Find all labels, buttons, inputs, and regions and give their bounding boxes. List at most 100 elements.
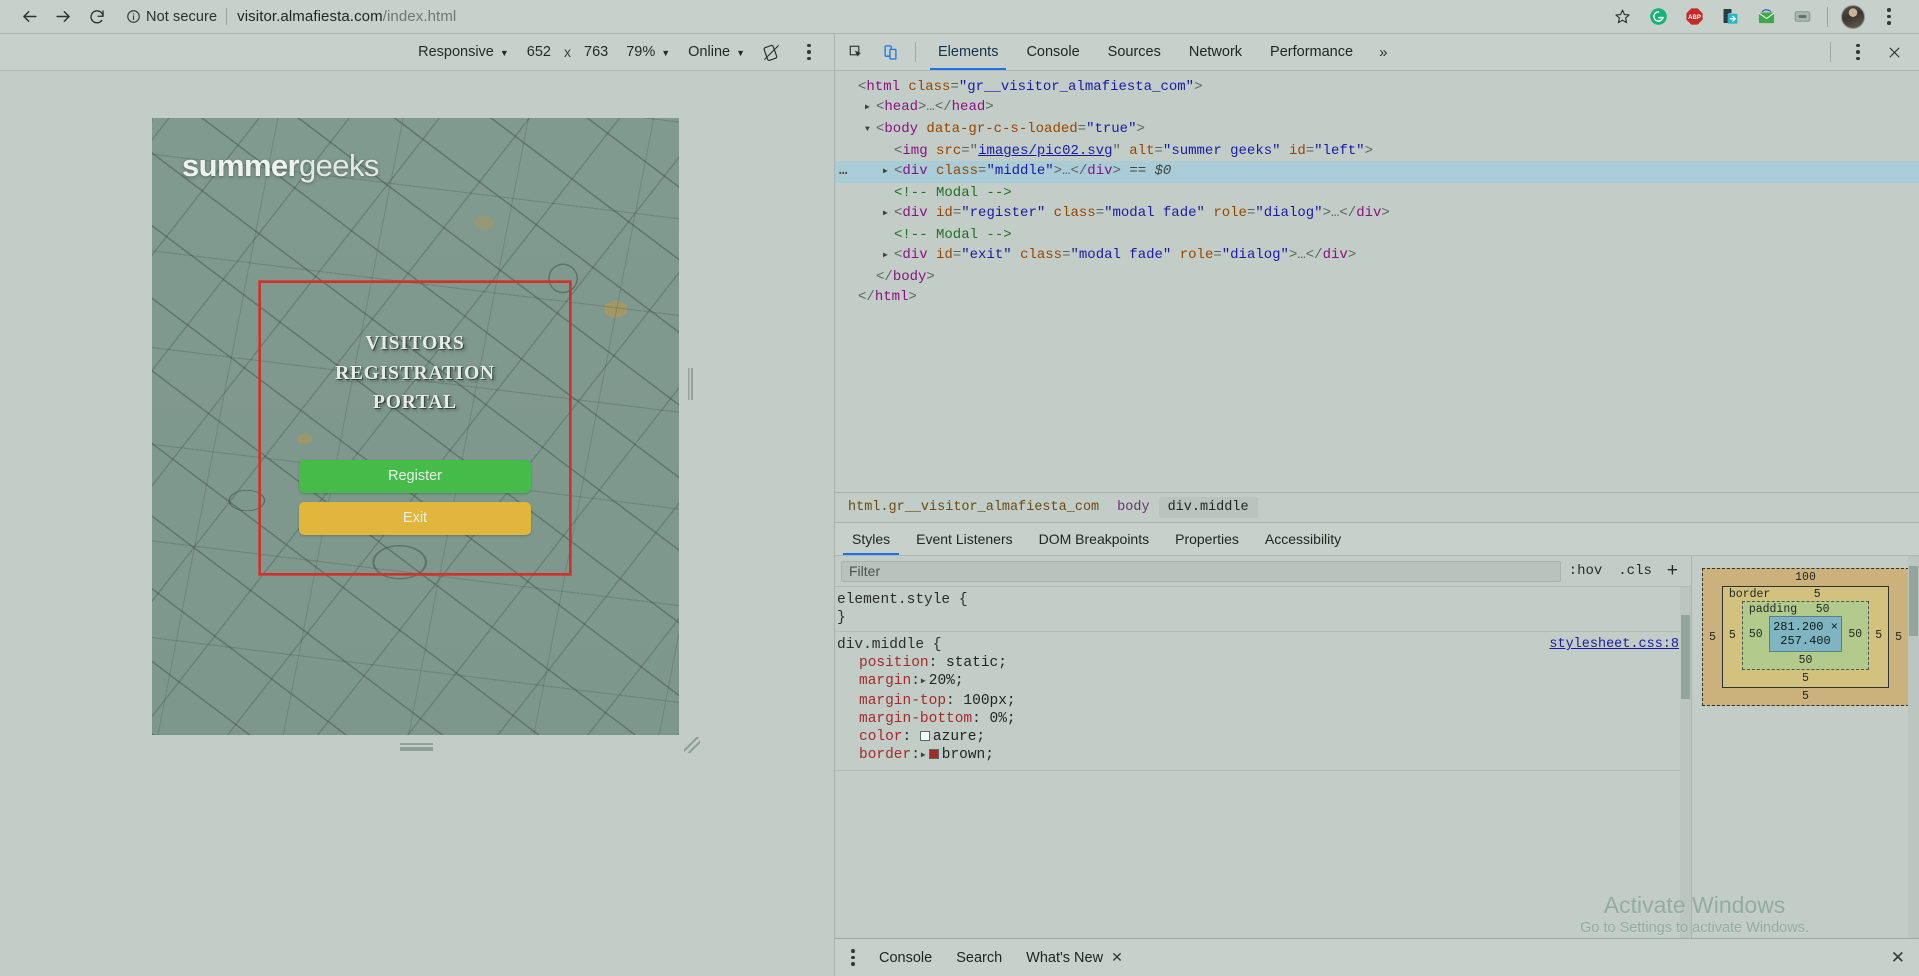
css-rule-source-link[interactable]: stylesheet.css:8 [1549,636,1679,654]
forward-button[interactable] [46,2,80,32]
zoom-dropdown[interactable]: 79% ▼ [617,44,679,60]
color-swatch[interactable] [929,749,939,759]
border-bottom-value[interactable]: 5 [1723,670,1888,687]
styles-scrollbar-thumb[interactable] [1681,615,1690,699]
throttling-dropdown[interactable]: Online ▼ [679,44,754,60]
css-property-name[interactable]: position [837,655,929,671]
css-declaration-1[interactable]: margin:▶20%; [837,672,1691,692]
viewport-height-resize-handle[interactable] [400,743,433,751]
margin-top-value[interactable]: 100 [1703,569,1908,586]
styles-tab-accessibility[interactable]: Accessibility [1252,523,1354,555]
dom-tree-node[interactable]: <body data-gr-c-s-loaded="true"> [835,119,1919,141]
css-property-value[interactable]: 100px; [963,693,1015,709]
export-extension-icon[interactable] [1712,2,1748,32]
rotate-device-icon[interactable] [754,37,788,67]
dom-tree-node[interactable]: </html> [835,287,1919,307]
styles-tab-properties[interactable]: Properties [1162,523,1252,555]
styles-scrollbar[interactable] [1680,587,1691,938]
box-model-padding[interactable]: padding 50 50 281.200 × 257.400 5 [1742,601,1869,670]
styles-tab-styles[interactable]: Styles [839,523,903,555]
device-toolbar-menu-icon[interactable] [794,37,824,67]
chevron-right-icon[interactable] [883,203,894,225]
css-property-value[interactable]: 20%; [929,673,964,689]
padding-right-value[interactable]: 50 [1842,628,1868,641]
dom-tree-node[interactable]: <!-- Modal --> [835,225,1919,245]
box-model-scrollbar[interactable] [1908,556,1919,938]
styles-tab-event-listeners[interactable]: Event Listeners [903,523,1026,555]
css-declaration-0[interactable]: position: static; [837,654,1691,672]
margin-right-value[interactable]: 5 [1889,631,1908,644]
dom-tree-node[interactable]: <img src="images/pic02.svg" alt="summer … [835,141,1919,161]
padding-bottom-value[interactable]: 50 [1743,652,1868,669]
class-editor-button[interactable]: .cls [1610,563,1660,579]
css-property-value[interactable]: brown; [942,747,994,763]
box-model-content[interactable]: 281.200 × 257.400 [1769,616,1843,652]
chevron-right-icon[interactable]: ▶ [921,747,926,765]
chevron-double-right-icon[interactable]: » [1367,34,1399,70]
margin-left-value[interactable]: 5 [1703,631,1722,644]
css-declaration-4[interactable]: color: azure; [837,728,1691,746]
dom-tree-node[interactable]: <html class="gr__visitor_almafiesta_com"… [835,77,1919,97]
exit-button[interactable]: Exit [299,502,531,535]
dom-token-link[interactable]: images/pic02.svg [978,143,1112,159]
viewport-width-input[interactable]: 652 [518,44,560,60]
tab-sources[interactable]: Sources [1094,34,1175,70]
css-declaration-5[interactable]: border:▶brown; [837,746,1691,766]
css-rule-1[interactable]: div.middle {stylesheet.css:8position: st… [835,632,1691,771]
padding-left-value[interactable]: 50 [1743,628,1769,641]
toggle-device-toolbar-icon[interactable] [873,37,907,67]
dom-tree-node[interactable]: <head>…</head> [835,97,1919,119]
drawer-tab-whats-new[interactable]: What's New ✕ [1014,949,1135,966]
css-rule-0[interactable]: element.style {} [835,587,1691,632]
dom-tree-node[interactable]: …<div class="middle">…</div> == $0 [835,161,1919,183]
adblock-plus-extension-icon[interactable]: ABP [1676,2,1712,32]
chevron-right-icon[interactable] [865,97,876,119]
new-style-rule-button[interactable]: + [1660,560,1685,582]
dom-tree-node[interactable]: <!-- Modal --> [835,183,1919,203]
chevron-right-icon[interactable] [883,161,894,183]
drawer-tab-search[interactable]: Search [944,950,1014,966]
margin-bottom-value[interactable]: 5 [1703,688,1908,705]
browser-menu-icon[interactable] [1871,2,1907,32]
mail-extension-icon[interactable] [1748,2,1784,32]
dom-tree-node[interactable]: </body> [835,267,1919,287]
drawer-menu-icon[interactable] [839,944,867,972]
padding-top-value[interactable]: 50 [1797,603,1848,616]
box-model-margin[interactable]: 100 5 border 5 [1702,568,1909,706]
css-property-name[interactable]: margin-top [837,693,946,709]
inspect-element-icon[interactable] [839,37,873,67]
reload-button[interactable] [80,2,114,32]
css-rules-list[interactable]: element.style {}div.middle {stylesheet.c… [835,587,1691,938]
viewport-width-resize-handle[interactable] [688,368,693,400]
border-right-value[interactable]: 5 [1869,629,1888,642]
css-property-name[interactable]: margin-bottom [837,711,972,727]
breadcrumb-item-1[interactable]: body [1108,497,1158,518]
chevron-right-icon[interactable]: ▶ [921,673,926,691]
css-property-value[interactable]: static; [946,655,1007,671]
css-rule-selector[interactable]: element.style { [837,591,1691,609]
styles-filter-input[interactable] [841,561,1561,582]
viewport-height-input[interactable]: 763 [575,44,617,60]
profile-avatar[interactable] [1835,2,1871,32]
css-property-name[interactable]: color [837,729,903,745]
breadcrumb-item-0[interactable]: html.gr__visitor_almafiesta_com [839,497,1108,518]
css-property-value[interactable]: 0%; [990,711,1016,727]
close-icon[interactable]: ✕ [1111,949,1123,966]
close-drawer-icon[interactable]: ✕ [1891,948,1919,968]
tab-network[interactable]: Network [1175,34,1256,70]
info-circle-icon[interactable] [120,9,146,24]
dom-node-ellipsis[interactable]: … [839,161,848,181]
chevron-right-icon[interactable] [883,245,894,267]
tab-elements[interactable]: Elements [924,34,1012,70]
dom-tree-node[interactable]: <div id="exit" class="modal fade" role="… [835,245,1919,267]
dom-tree-node[interactable]: <div id="register" class="modal fade" ro… [835,203,1919,225]
device-preset-dropdown[interactable]: Responsive ▼ [409,44,518,60]
back-button[interactable] [12,2,46,32]
css-property-name[interactable]: margin [837,673,911,689]
css-property-name[interactable]: border [837,747,911,763]
css-declaration-2[interactable]: margin-top: 100px; [837,692,1691,710]
close-devtools-icon[interactable] [1877,37,1911,67]
tab-console[interactable]: Console [1012,34,1093,70]
css-property-value[interactable]: azure; [933,729,985,745]
drawer-tab-console[interactable]: Console [867,950,944,966]
